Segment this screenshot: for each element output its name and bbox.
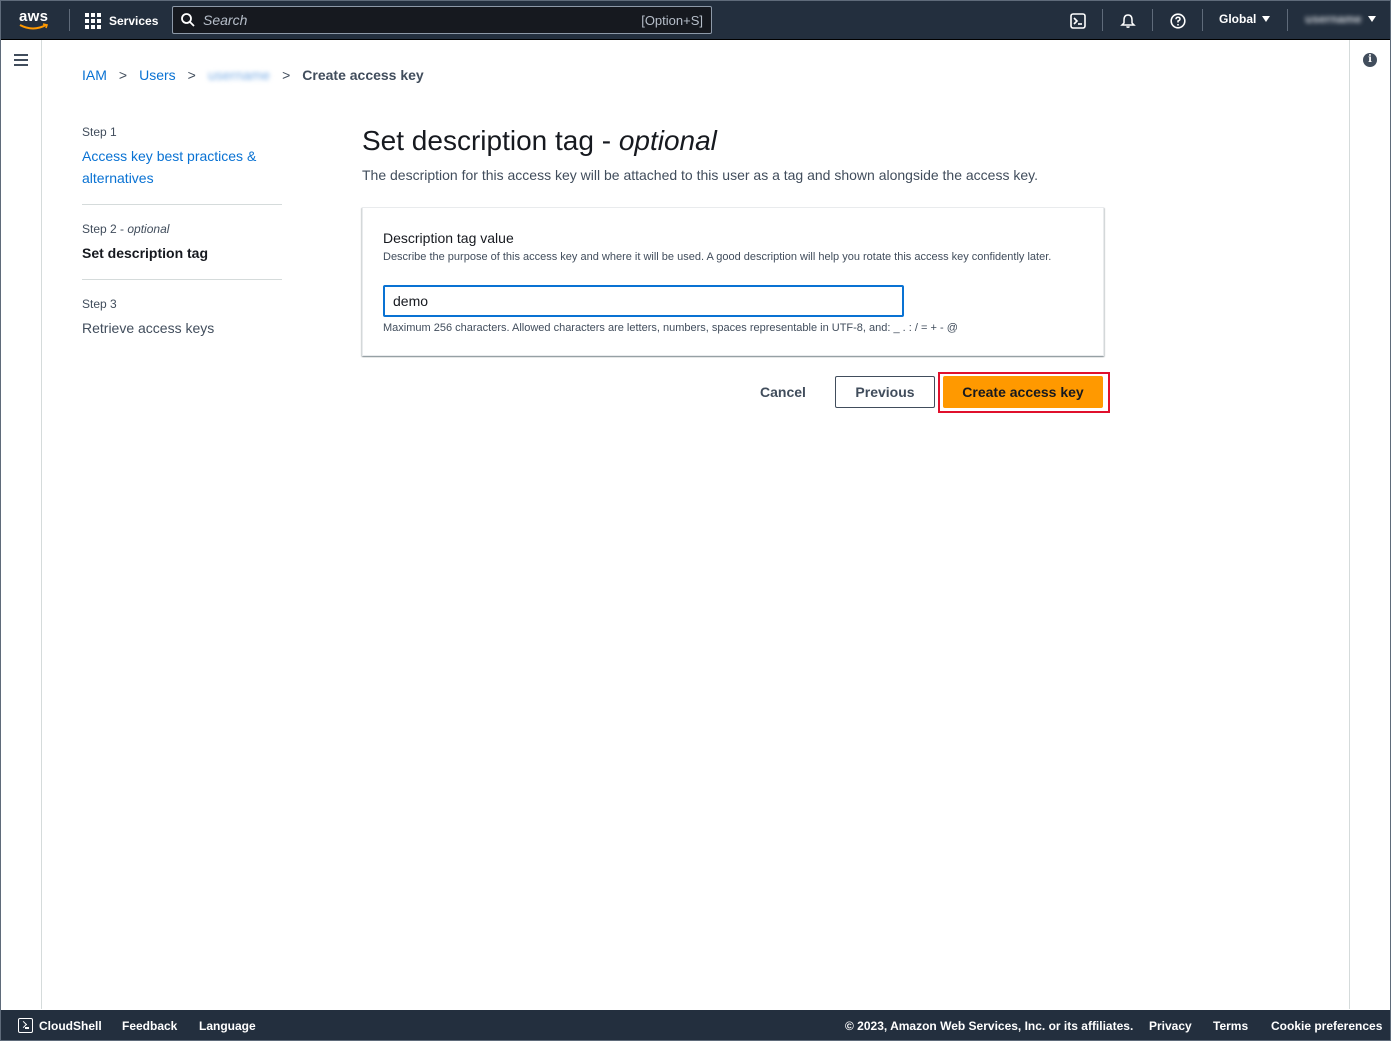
cancel-button[interactable]: Cancel <box>749 376 817 408</box>
region-selector[interactable]: Global <box>1219 12 1271 26</box>
description-tag-help: Describe the purpose of this access key … <box>383 251 1052 263</box>
nav-divider <box>1202 9 1203 31</box>
grid-icon <box>85 13 101 29</box>
cloudshell-icon[interactable] <box>1068 11 1088 31</box>
footer-privacy[interactable]: Privacy <box>1149 1019 1192 1033</box>
services-label: Services <box>109 14 159 28</box>
description-tag-input[interactable] <box>383 285 904 317</box>
nav-divider <box>1152 9 1153 31</box>
services-menu-button[interactable]: Services <box>85 11 158 31</box>
footer-cloudshell[interactable]: CloudShell <box>39 1019 102 1033</box>
footer-copyright: © 2023, Amazon Web Services, Inc. or its… <box>845 1019 1134 1033</box>
description-tag-container: Description tag value Describe the purpo… <box>362 207 1104 356</box>
step-optional-label: optional <box>127 222 170 236</box>
chevron-right-icon: > <box>282 67 291 83</box>
caret-down-icon <box>1262 16 1271 22</box>
account-menu[interactable]: username <box>1305 12 1376 26</box>
nav-divider <box>1102 9 1103 31</box>
left-nav-rail <box>1 40 42 1009</box>
page-title: Set description tag - optional <box>362 125 717 156</box>
search-shortcut: [Option+S] <box>641 12 703 28</box>
wizard-step-3: Step 3 Retrieve access keys <box>82 297 282 354</box>
caret-down-icon <box>1367 16 1376 22</box>
step-number: Step 3 <box>82 297 117 311</box>
page-description: The description for this access key will… <box>362 167 1038 183</box>
footer-language[interactable]: Language <box>199 1019 256 1033</box>
right-tools-rail: i <box>1349 40 1390 1009</box>
step-number: Step 2 - optional <box>82 222 170 236</box>
nav-divider <box>1287 9 1288 31</box>
search-box[interactable]: [Option+S] <box>172 6 712 34</box>
account-name: username <box>1305 12 1362 26</box>
description-tag-constraint: Maximum 256 characters. Allowed characte… <box>383 322 958 334</box>
menu-toggle-icon[interactable] <box>14 54 28 66</box>
nav-divider <box>69 9 70 31</box>
region-label: Global <box>1219 12 1257 26</box>
breadcrumb: IAM > Users > username > Create access k… <box>82 67 424 83</box>
top-navigation: aws Services [Option+S] <box>1 1 1390 40</box>
chevron-right-icon: > <box>118 67 128 83</box>
wizard-step-2: Step 2 - optional Set description tag <box>82 222 282 280</box>
cloudshell-icon[interactable] <box>18 1018 33 1033</box>
step-3-title: Retrieve access keys <box>82 320 215 336</box>
wizard-step-1: Step 1 Access key best practices & alter… <box>82 125 282 205</box>
create-access-key-button[interactable]: Create access key <box>943 376 1103 408</box>
help-icon[interactable] <box>1168 11 1188 31</box>
notifications-bell-icon[interactable] <box>1118 11 1138 31</box>
step-2-title: Set description tag <box>82 245 209 261</box>
breadcrumb-current: Create access key <box>302 67 424 83</box>
footer-terms[interactable]: Terms <box>1213 1019 1248 1033</box>
step-1-link[interactable]: Access key best practices & alternatives <box>82 145 282 189</box>
info-icon[interactable]: i <box>1363 53 1377 67</box>
breadcrumb-username[interactable]: username <box>208 67 270 83</box>
footer: CloudShell Feedback Language © 2023, Ama… <box>1 1010 1390 1040</box>
breadcrumb-iam[interactable]: IAM <box>82 67 107 83</box>
description-tag-label: Description tag value <box>383 230 514 246</box>
footer-feedback[interactable]: Feedback <box>122 1019 177 1033</box>
aws-logo[interactable]: aws <box>15 7 55 33</box>
footer-cookie-preferences[interactable]: Cookie preferences <box>1271 1019 1382 1033</box>
aws-smile-icon <box>19 23 49 30</box>
breadcrumb-users[interactable]: Users <box>139 67 176 83</box>
chevron-right-icon: > <box>187 67 196 83</box>
previous-button[interactable]: Previous <box>835 376 935 408</box>
step-number: Step 1 <box>82 125 117 139</box>
wizard-steps: Step 1 Access key best practices & alter… <box>82 125 282 371</box>
search-icon <box>181 13 195 27</box>
search-input[interactable] <box>203 12 642 28</box>
page-title-optional: optional <box>618 125 717 156</box>
